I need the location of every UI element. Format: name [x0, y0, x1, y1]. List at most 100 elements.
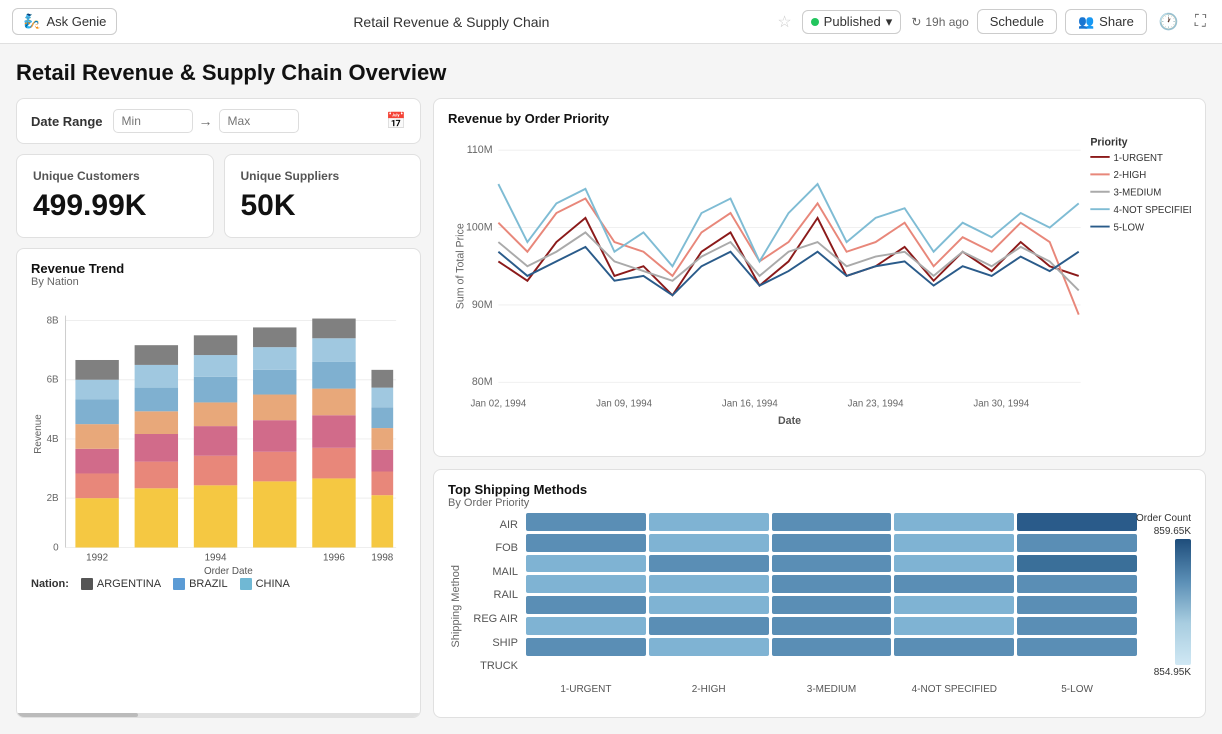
- heatmap-y-ship: SHIP: [468, 637, 518, 649]
- schedule-button[interactable]: Schedule: [977, 9, 1057, 34]
- share-icon: 👥: [1078, 14, 1094, 30]
- heatmap-cell-4-4: [1017, 596, 1137, 614]
- heatmap-cell-0-0: [526, 513, 646, 531]
- heatmap-cell-3-4: [1017, 575, 1137, 593]
- heatmap-cell-6-0: [526, 638, 646, 656]
- history-icon[interactable]: 🕐: [1155, 10, 1183, 34]
- shipping-methods-subtitle: By Order Priority: [448, 497, 1191, 509]
- date-arrow-icon: →: [199, 113, 213, 129]
- heatmap-row-5: [526, 617, 1137, 635]
- heatmap-y-air: AIR: [468, 519, 518, 531]
- heatmap-y-mail: MAIL: [468, 566, 518, 578]
- heatmap-y-rail: RAIL: [468, 589, 518, 601]
- ask-genie-button[interactable]: 🧞 Ask Genie: [12, 8, 117, 35]
- nation-legend: Nation: ARGENTINA BRAZIL CHINA: [31, 578, 406, 590]
- nation-legend-label: Nation:: [31, 578, 69, 590]
- unique-customers-label: Unique Customers: [33, 169, 197, 183]
- heatmap-row-1: [526, 534, 1137, 552]
- svg-text:0: 0: [53, 542, 59, 553]
- heatmap-cell-1-0: [526, 534, 646, 552]
- shipping-methods-chart: Top Shipping Methods By Order Priority S…: [433, 469, 1206, 718]
- svg-text:4B: 4B: [47, 434, 59, 445]
- nation-legend-brazil: BRAZIL: [173, 578, 228, 590]
- fullscreen-icon[interactable]: ⛶: [1191, 11, 1210, 33]
- heatmap-cell-1-1: [649, 534, 769, 552]
- heatmap-cell-1-3: [894, 534, 1014, 552]
- heatmap-cell-4-1: [649, 596, 769, 614]
- svg-text:Priority: Priority: [1090, 136, 1127, 148]
- heatmap-cell-5-2: [772, 617, 892, 635]
- svg-text:Revenue: Revenue: [33, 414, 44, 454]
- refresh-icon: ↻: [911, 15, 921, 29]
- published-badge[interactable]: Published ▾: [802, 10, 902, 34]
- nation-legend-argentina: ARGENTINA: [81, 578, 161, 590]
- heatmap-cell-5-4: [1017, 617, 1137, 635]
- svg-text:90M: 90M: [472, 299, 493, 311]
- heatmap-cell-3-1: [649, 575, 769, 593]
- svg-text:1992: 1992: [86, 552, 108, 563]
- heatmap-cell-0-2: [772, 513, 892, 531]
- svg-text:5-LOW: 5-LOW: [1114, 222, 1145, 233]
- right-column: Revenue by Order Priority 110M 100M 90M …: [433, 98, 1206, 718]
- svg-text:1994: 1994: [205, 552, 227, 563]
- svg-text:2-HIGH: 2-HIGH: [1114, 170, 1147, 181]
- heatmap-cell-1-2: [772, 534, 892, 552]
- heatmap-cell-2-1: [649, 555, 769, 573]
- heatmap-cell-5-3: [894, 617, 1014, 635]
- unique-customers-card: Unique Customers 499.99K: [16, 154, 214, 238]
- share-button[interactable]: 👥 Share: [1065, 9, 1147, 35]
- calendar-icon[interactable]: 📅: [386, 111, 406, 131]
- svg-text:Jan 23, 1994: Jan 23, 1994: [848, 398, 904, 409]
- heatmap-x-3medium: 3-MEDIUM: [772, 684, 892, 695]
- svg-text:Date: Date: [778, 415, 801, 427]
- revenue-priority-title: Revenue by Order Priority: [448, 111, 1191, 126]
- heatmap-cell-3-0: [526, 575, 646, 593]
- svg-text:1998: 1998: [371, 552, 393, 563]
- heatmap-cell-4-3: [894, 596, 1014, 614]
- last-updated-time: ↻ 19h ago: [911, 15, 968, 29]
- heatmap-y-fob: FOB: [468, 542, 518, 554]
- heatmap-cell-2-4: [1017, 555, 1137, 573]
- nav-right-actions: ↻ 19h ago Schedule 👥 Share 🕐 ⛶: [911, 9, 1210, 35]
- favorite-icon[interactable]: ☆: [777, 12, 791, 32]
- svg-text:80M: 80M: [472, 376, 493, 388]
- svg-text:3-MEDIUM: 3-MEDIUM: [1114, 188, 1162, 199]
- heatmap-cell-0-3: [894, 513, 1014, 531]
- heatmap-cell-2-0: [526, 555, 646, 573]
- heatmap-cell-6-1: [649, 638, 769, 656]
- heatmap-row-3: [526, 575, 1137, 593]
- main-content: Retail Revenue & Supply Chain Overview D…: [0, 44, 1222, 734]
- revenue-trend-title: Revenue Trend: [31, 261, 406, 276]
- heatmap-cell-5-1: [649, 617, 769, 635]
- shipping-method-axis-label: Shipping Method: [450, 565, 462, 648]
- dashboard-grid: Date Range → 📅 Unique Customers 499.99K …: [16, 98, 1206, 718]
- svg-text:Order Date: Order Date: [204, 566, 253, 574]
- unique-suppliers-card: Unique Suppliers 50K: [224, 154, 422, 238]
- heatmap-row-0: [526, 513, 1137, 531]
- svg-text:Jan 16, 1994: Jan 16, 1994: [722, 398, 778, 409]
- svg-text:1-URGENT: 1-URGENT: [1114, 153, 1163, 164]
- published-dot: [811, 18, 819, 26]
- heatmap-cell-5-0: [526, 617, 646, 635]
- colorbar-max: 859.65K: [1154, 526, 1191, 537]
- svg-text:Sum of Total Price: Sum of Total Price: [455, 223, 467, 309]
- revenue-priority-chart: Revenue by Order Priority 110M 100M 90M …: [433, 98, 1206, 457]
- heatmap-y-truck: TRUCK: [468, 660, 518, 672]
- heatmap-row-6: [526, 638, 1137, 656]
- revenue-priority-svg: 110M 100M 90M 80M Sum of Total Price Jan…: [448, 126, 1191, 436]
- heatmap-cell-3-3: [894, 575, 1014, 593]
- date-max-input[interactable]: [219, 109, 299, 133]
- heatmap-row-2: [526, 555, 1137, 573]
- unique-suppliers-label: Unique Suppliers: [241, 169, 405, 183]
- heatmap-x-4notspec: 4-NOT SPECIFIED: [894, 684, 1014, 695]
- heatmap-x-2high: 2-HIGH: [649, 684, 769, 695]
- genie-icon: 🧞: [23, 13, 40, 30]
- scrollbar[interactable]: [17, 713, 420, 717]
- date-min-input[interactable]: [113, 109, 193, 133]
- unique-customers-value: 499.99K: [33, 189, 197, 223]
- heatmap-cell-1-4: [1017, 534, 1137, 552]
- published-label: Published: [824, 14, 881, 29]
- svg-text:1996: 1996: [323, 552, 345, 563]
- ask-genie-label: Ask Genie: [46, 14, 106, 29]
- date-inputs: →: [113, 109, 377, 133]
